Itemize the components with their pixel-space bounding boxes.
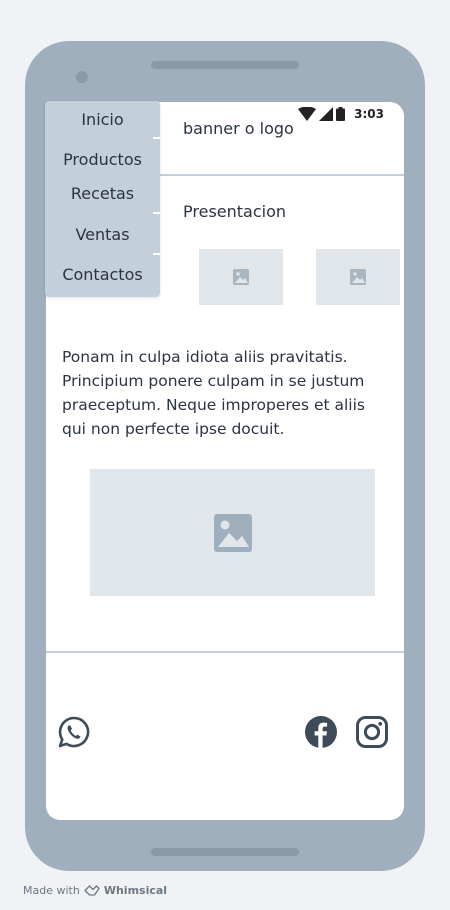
footer-divider xyxy=(46,651,404,653)
main-image-placeholder xyxy=(90,469,375,596)
status-time: 3:03 xyxy=(354,107,384,121)
nav-item-contactos[interactable]: Contactos xyxy=(45,265,160,284)
nav-item-ventas[interactable]: Ventas xyxy=(45,225,160,244)
image-icon xyxy=(233,269,249,285)
nav-item-inicio[interactable]: Inicio xyxy=(45,110,160,129)
instagram-icon[interactable] xyxy=(355,715,389,749)
status-bar: 3:03 xyxy=(298,106,384,122)
signal-icon xyxy=(319,107,334,121)
home-bar[interactable] xyxy=(151,848,299,856)
nav-separator xyxy=(153,137,160,139)
image-icon xyxy=(350,269,366,285)
image-icon xyxy=(213,513,252,552)
nav-item-productos[interactable]: Productos xyxy=(45,150,160,169)
navigation-menu: Inicio Productos Recetas Ventas Contacto… xyxy=(45,101,160,297)
image-placeholder xyxy=(199,249,283,305)
image-placeholder xyxy=(316,249,400,305)
nav-separator xyxy=(153,253,160,255)
nav-separator xyxy=(153,212,160,214)
nav-item-recetas[interactable]: Recetas xyxy=(45,184,160,203)
credit-brand: Whimsical xyxy=(103,884,168,897)
made-with-credit[interactable]: Made with Whimsical xyxy=(23,884,167,897)
header-divider xyxy=(160,174,404,176)
whimsical-logo-icon xyxy=(84,885,100,896)
facebook-icon[interactable] xyxy=(304,715,338,749)
body-paragraph: Ponam in culpa idiota aliis pravitatis. … xyxy=(62,348,365,438)
camera-icon xyxy=(76,71,88,83)
presentation-title: Presentacion xyxy=(183,202,287,221)
wifi-icon xyxy=(298,107,317,121)
battery-icon xyxy=(336,107,346,121)
whatsapp-icon[interactable] xyxy=(57,715,91,749)
speaker-grille xyxy=(151,61,299,69)
banner-logo: banner o logo xyxy=(183,119,294,138)
credit-prefix: Made with xyxy=(23,884,80,897)
